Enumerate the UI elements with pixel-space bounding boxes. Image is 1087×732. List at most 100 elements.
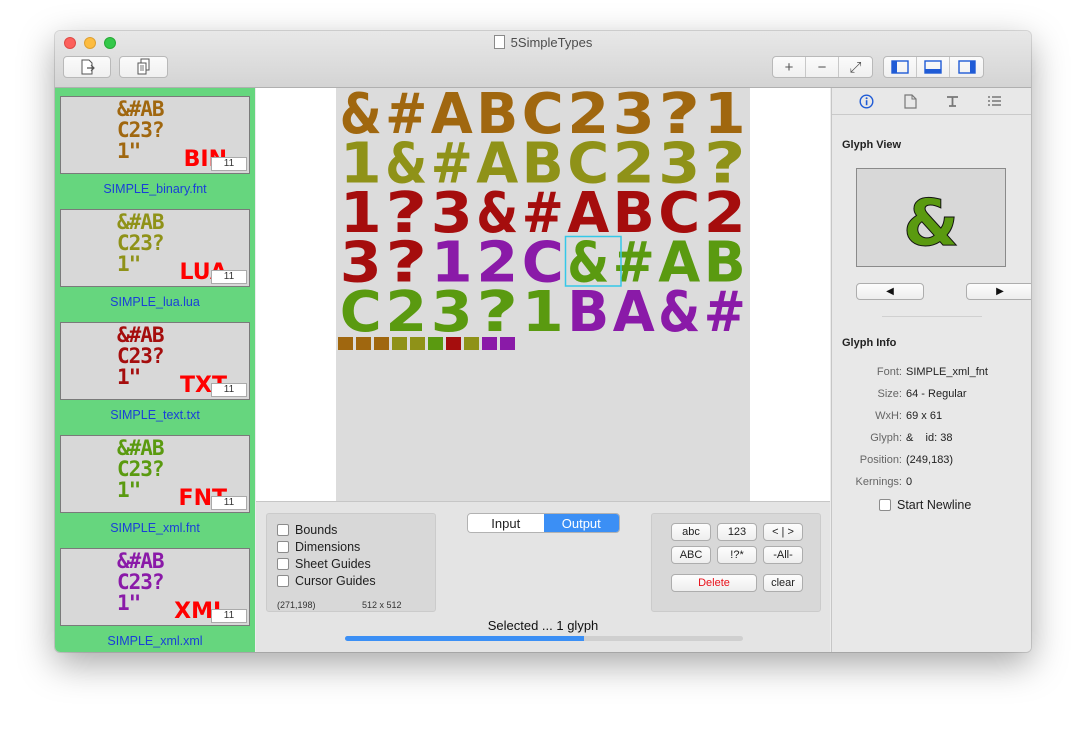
font-list-sidebar: &#AB C23? 1" BIN 11 SIMPLE_binary.fnt &#AB C23?… [55, 88, 255, 652]
sheet-size: 512 x 512 [362, 600, 402, 610]
thumbnail-glyph-line: C23? [117, 118, 165, 142]
export-doc-icon [81, 59, 95, 75]
symbols-button[interactable]: !?* [717, 546, 757, 564]
dimensions-option[interactable]: Dimensions [277, 539, 360, 555]
window-title-text: 5SimpleTypes [510, 35, 593, 50]
font-filename[interactable]: SIMPLE_text.txt [55, 408, 255, 422]
font-value: SIMPLE_xml_fnt [906, 366, 988, 378]
glyph-count-badge: 11 [211, 157, 247, 171]
next-glyph-button[interactable]: ▶ [966, 283, 1031, 300]
sheet-small-glyph[interactable] [374, 337, 389, 350]
list-tab[interactable] [986, 93, 1002, 109]
export-button[interactable] [63, 56, 111, 78]
sheet-glyph[interactable]: 1 [522, 280, 564, 345]
sheet-small-glyph[interactable] [338, 337, 353, 350]
glyph-view-title: Glyph View [842, 139, 902, 151]
bounds-option[interactable]: Bounds [277, 522, 337, 538]
cursor-position: (271,198) [277, 600, 316, 610]
sheet-small-glyph[interactable] [500, 337, 515, 350]
sheet-guides-checkbox[interactable] [277, 558, 289, 570]
sheet-small-glyph[interactable] [482, 337, 497, 350]
thumbnail-glyphs: &#AB C23? 1" [117, 323, 165, 388]
sheet-glyph[interactable]: # [704, 280, 746, 345]
font-thumbnail[interactable]: &#AB C23? 1" XML 11 [60, 548, 250, 626]
bottom-panel: Bounds Dimensions Sheet Guides Cursor Gu… [256, 501, 830, 652]
glyph-count-badge: 11 [211, 270, 247, 284]
sheet-glyph[interactable]: B [567, 280, 609, 345]
progress-bar [345, 636, 743, 641]
thumbnail-glyph-line: &#AB [117, 549, 165, 573]
thumbnail-glyph-line: 1" [117, 139, 141, 163]
glyph-count-badge: 11 [211, 609, 247, 623]
font-filename[interactable]: SIMPLE_xml.fnt [55, 521, 255, 535]
sheet-glyph[interactable]: A [613, 280, 656, 345]
sheet-glyph[interactable]: & [658, 280, 700, 345]
lowercase-button[interactable]: abc [671, 523, 711, 541]
sheet-small-glyph[interactable] [356, 337, 371, 350]
uppercase-button[interactable]: ABC [671, 546, 711, 564]
glyph-sheet[interactable]: & # A B C 2 3? 1 1 & # A B C 2 3? 1? 3 & # A B C 2 3? 1 2 C & # A B C 2 3?… [336, 88, 750, 501]
zoom-out-button[interactable]: − [806, 57, 839, 77]
thumbnail-glyphs: &#AB C23? 1" [117, 99, 165, 163]
kernings-value: 0 [906, 476, 913, 488]
thumbnail-glyph-line: C23? [117, 231, 165, 255]
font-thumbnail[interactable]: &#AB C23? 1" LUA 11 [60, 209, 250, 287]
wxh-value: 69 x 61 [906, 410, 943, 422]
thumbnail-glyph-line: &#AB [117, 323, 165, 347]
sheet-small-glyph[interactable] [410, 337, 425, 350]
output-tab[interactable]: Output [543, 514, 619, 532]
sheet-glyph[interactable]: 2 [385, 280, 427, 345]
wxh-label: WxH: [875, 410, 902, 422]
info-tab[interactable] [858, 93, 874, 109]
thumbnail-glyphs: &#AB C23? 1" [117, 549, 165, 615]
sheet-guides-option[interactable]: Sheet Guides [277, 556, 371, 572]
sheet-glyph[interactable]: C [340, 280, 382, 345]
selection-status: Selected ... 1 glyph [487, 618, 599, 633]
cursor-guides-label: Cursor Guides [295, 574, 376, 588]
sheet-small-glyph[interactable] [392, 337, 407, 350]
duplicate-button[interactable] [119, 56, 168, 78]
previous-glyph-button[interactable]: ◀ [856, 283, 924, 300]
start-newline-option[interactable]: Start Newline [879, 497, 971, 513]
cursor-guides-option[interactable]: Cursor Guides [277, 573, 376, 589]
start-newline-checkbox[interactable] [879, 499, 891, 511]
glyph-count-badge: 11 [211, 383, 247, 397]
info-row-dimensions: WxH: 69 x 61 [832, 410, 1031, 424]
sheet-glyph[interactable]: 3 [431, 280, 473, 345]
right-panel-icon [957, 60, 976, 74]
sheet-small-glyph[interactable] [428, 337, 443, 350]
document-icon [903, 93, 917, 109]
sheet-small-glyph[interactable] [464, 337, 479, 350]
toggle-left-panel-button[interactable] [884, 57, 917, 77]
toggle-bottom-panel-button[interactable] [917, 57, 950, 77]
cursor-guides-checkbox[interactable] [277, 575, 289, 587]
delete-button[interactable]: Delete [671, 574, 757, 592]
thumbnail-glyph-line: 1" [117, 591, 141, 615]
document-tab[interactable] [902, 93, 918, 109]
clear-button[interactable]: clear [763, 574, 803, 592]
sheet-small-glyph[interactable] [446, 337, 461, 350]
toggle-right-panel-button[interactable] [950, 57, 983, 77]
dimensions-checkbox[interactable] [277, 541, 289, 553]
sheet-glyph[interactable]: ? [476, 280, 518, 345]
glyph-label: Glyph: [870, 432, 902, 444]
thumbnail-glyph-line: C23? [117, 457, 165, 481]
glyph-preview: & [856, 168, 1006, 267]
brackets-button[interactable]: < | > [763, 523, 803, 541]
panel-toggles [883, 56, 984, 78]
zoom-in-button[interactable]: + [773, 57, 806, 77]
zoom-fit-button[interactable]: ⤢ [839, 57, 872, 77]
input-tab[interactable]: Input [468, 514, 544, 532]
font-filename[interactable]: SIMPLE_lua.lua [55, 295, 255, 309]
bounds-checkbox[interactable] [277, 524, 289, 536]
all-chars-button[interactable]: -All- [763, 546, 803, 564]
font-thumbnail[interactable]: &#AB C23? 1" TXT 11 [60, 322, 250, 400]
info-row-glyph: Glyph: & id: 38 [832, 432, 1031, 446]
font-filename[interactable]: SIMPLE_xml.xml [55, 634, 255, 648]
app-window: 5SimpleTypes + − ⤢ &#AB C23? 1" BIN 11 SIMPLE… [55, 31, 1031, 652]
font-thumbnail[interactable]: &#AB C23? 1" BIN 11 [60, 96, 250, 174]
digits-button[interactable]: 123 [717, 523, 757, 541]
font-filename[interactable]: SIMPLE_binary.fnt [55, 182, 255, 196]
font-thumbnail[interactable]: &#AB C23? 1" FNT 11 [60, 435, 250, 513]
text-format-tab[interactable] [944, 93, 960, 109]
